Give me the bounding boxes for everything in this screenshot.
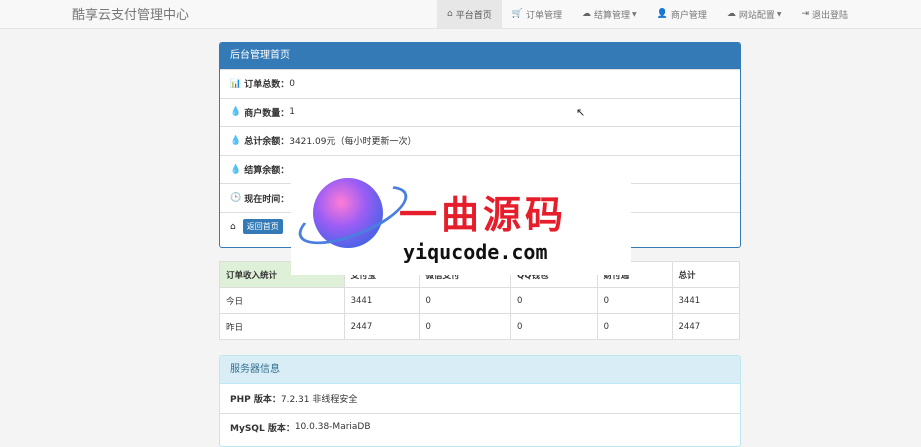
drop-icon: 💧: [230, 107, 242, 118]
table-cell: 0: [418, 313, 512, 340]
home-icon: ⌂: [230, 221, 236, 232]
table-cell: 昨日: [219, 313, 345, 340]
order-count-row: 📊 订单总数： 0: [220, 69, 740, 98]
watermark-title: 一曲源码: [399, 192, 568, 237]
table-cell: 今日: [219, 287, 345, 314]
table-cell: 2447: [671, 313, 741, 340]
top-navbar: 酷享云支付管理中心 ⌂ 平台首页 🛒 订单管理 ☁ 结算管理 ▼ 👤 商户管理 …: [0, 0, 921, 29]
nav-logout[interactable]: ⇥ 退出登陆: [791, 0, 858, 28]
table-row: 今日 3441 0 0 0 3441: [219, 287, 741, 314]
table-header: 总计: [671, 261, 741, 288]
table-cell: 2447: [343, 313, 420, 340]
drop-icon: 💧: [230, 164, 242, 175]
server-info-panel: 服务器信息 PHP 版本： 7.2.31 非线程安全 MySQL 版本： 10.…: [219, 355, 741, 447]
cart-icon: 🛒: [511, 9, 523, 19]
row-label: 订单总数：: [244, 80, 290, 91]
user-icon: 👤: [656, 9, 668, 19]
watermark-overlay: 一曲源码 yiqucode.com: [291, 160, 631, 275]
row-value: 10.0.38-MariaDB: [294, 422, 371, 433]
row-label: 总计余额：: [244, 137, 290, 148]
table-cell: 0: [510, 313, 598, 340]
back-home-button[interactable]: 返回首页: [242, 219, 283, 235]
row-value: 0: [289, 78, 295, 89]
table-cell: 0: [510, 287, 598, 314]
table-cell: 0: [596, 313, 673, 340]
watermark-url: yiqucode.com: [403, 240, 548, 264]
main-nav: ⌂ 平台首页 🛒 订单管理 ☁ 结算管理 ▼ 👤 商户管理 ☁ 网站配置 ▼ ⇥…: [437, 0, 858, 28]
logout-icon: ⇥: [801, 9, 810, 19]
caret-down-icon: ▼: [631, 10, 637, 18]
row-label: MySQL 版本：: [230, 423, 295, 434]
table-row: 昨日 2447 0 0 0 2447: [219, 313, 741, 340]
nav-label: 商户管理: [670, 10, 707, 21]
nav-merchant-management[interactable]: 👤 商户管理: [647, 0, 717, 28]
drop-icon: 💧: [230, 135, 242, 146]
nav-order-management[interactable]: 🛒 订单管理: [502, 0, 572, 28]
table-cell: 3441: [671, 287, 741, 314]
row-label: 现在时间：: [244, 194, 290, 205]
home-icon: ⌂: [447, 9, 453, 19]
bar-chart-icon: 📊: [230, 78, 242, 89]
php-version-row: PHP 版本： 7.2.31 非线程安全: [220, 384, 740, 413]
mouse-cursor-icon: ↖: [576, 106, 586, 119]
row-value: 7.2.31 非线程安全: [280, 394, 358, 405]
table-cell: 3441: [343, 287, 420, 314]
nav-label: 订单管理: [525, 10, 562, 21]
nav-platform-home[interactable]: ⌂ 平台首页: [437, 0, 502, 28]
row-label: 商户数量：: [244, 108, 290, 119]
nav-site-config[interactable]: ☁ 网站配置 ▼: [717, 0, 792, 28]
nav-settlement-management[interactable]: ☁ 结算管理 ▼: [572, 0, 647, 28]
cloud-icon: ☁: [581, 9, 591, 19]
row-label: 结算余额：: [244, 166, 290, 177]
row-label: PHP 版本：: [230, 394, 281, 405]
total-balance-row: 💧 总计余额： 3421.09元（每小时更新一次）: [220, 126, 740, 155]
brand-title[interactable]: 酷享云支付管理中心: [72, 4, 189, 23]
merchant-count-row: 💧 商户数量： 1: [220, 97, 740, 127]
nav-label: 结算管理: [593, 10, 630, 21]
clock-icon: 🕒: [230, 193, 242, 204]
nav-label: 退出登陆: [812, 10, 849, 21]
panel-title: 后台管理首页: [220, 43, 740, 69]
nav-label: 网站配置: [738, 10, 775, 21]
nav-label: 平台首页: [455, 10, 492, 21]
table-cell: 0: [418, 287, 512, 314]
cloud-icon: ☁: [726, 9, 736, 19]
caret-down-icon: ▼: [776, 10, 782, 18]
mysql-version-row: MySQL 版本： 10.0.38-MariaDB: [220, 412, 740, 442]
row-value: 3421.09元（每小时更新一次）: [289, 137, 417, 148]
row-value: 1: [289, 107, 295, 118]
panel-title: 服务器信息: [220, 356, 740, 384]
table-cell: 0: [596, 287, 673, 314]
